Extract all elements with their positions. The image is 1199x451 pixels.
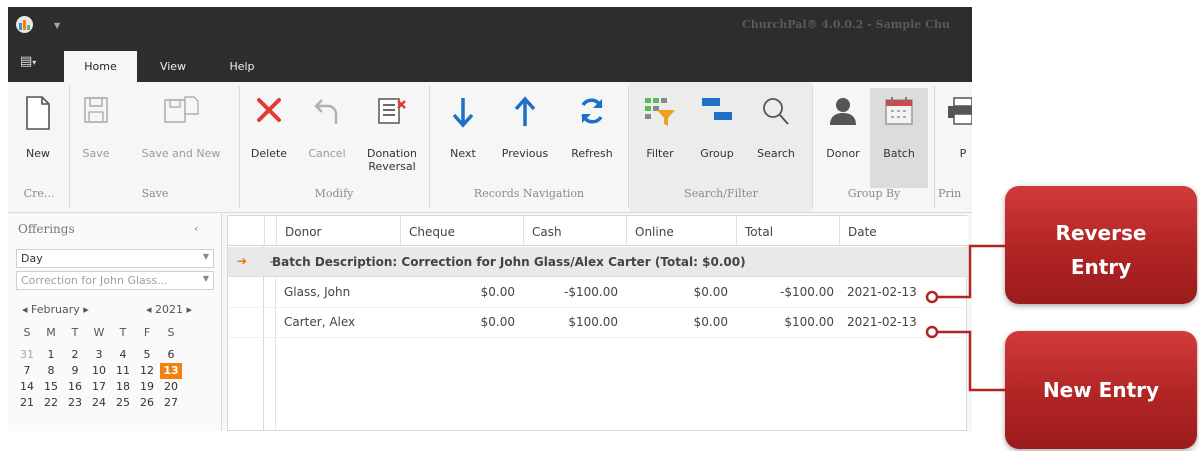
reverse-entry-line	[937, 244, 1006, 299]
reverse-entry-callout: Reverse Entry	[1005, 186, 1197, 304]
new-entry-pointer	[925, 325, 939, 339]
new-entry-callout: New Entry	[1005, 331, 1197, 449]
reverse-entry-pointer	[925, 290, 939, 304]
new-entry-line	[937, 330, 1006, 392]
